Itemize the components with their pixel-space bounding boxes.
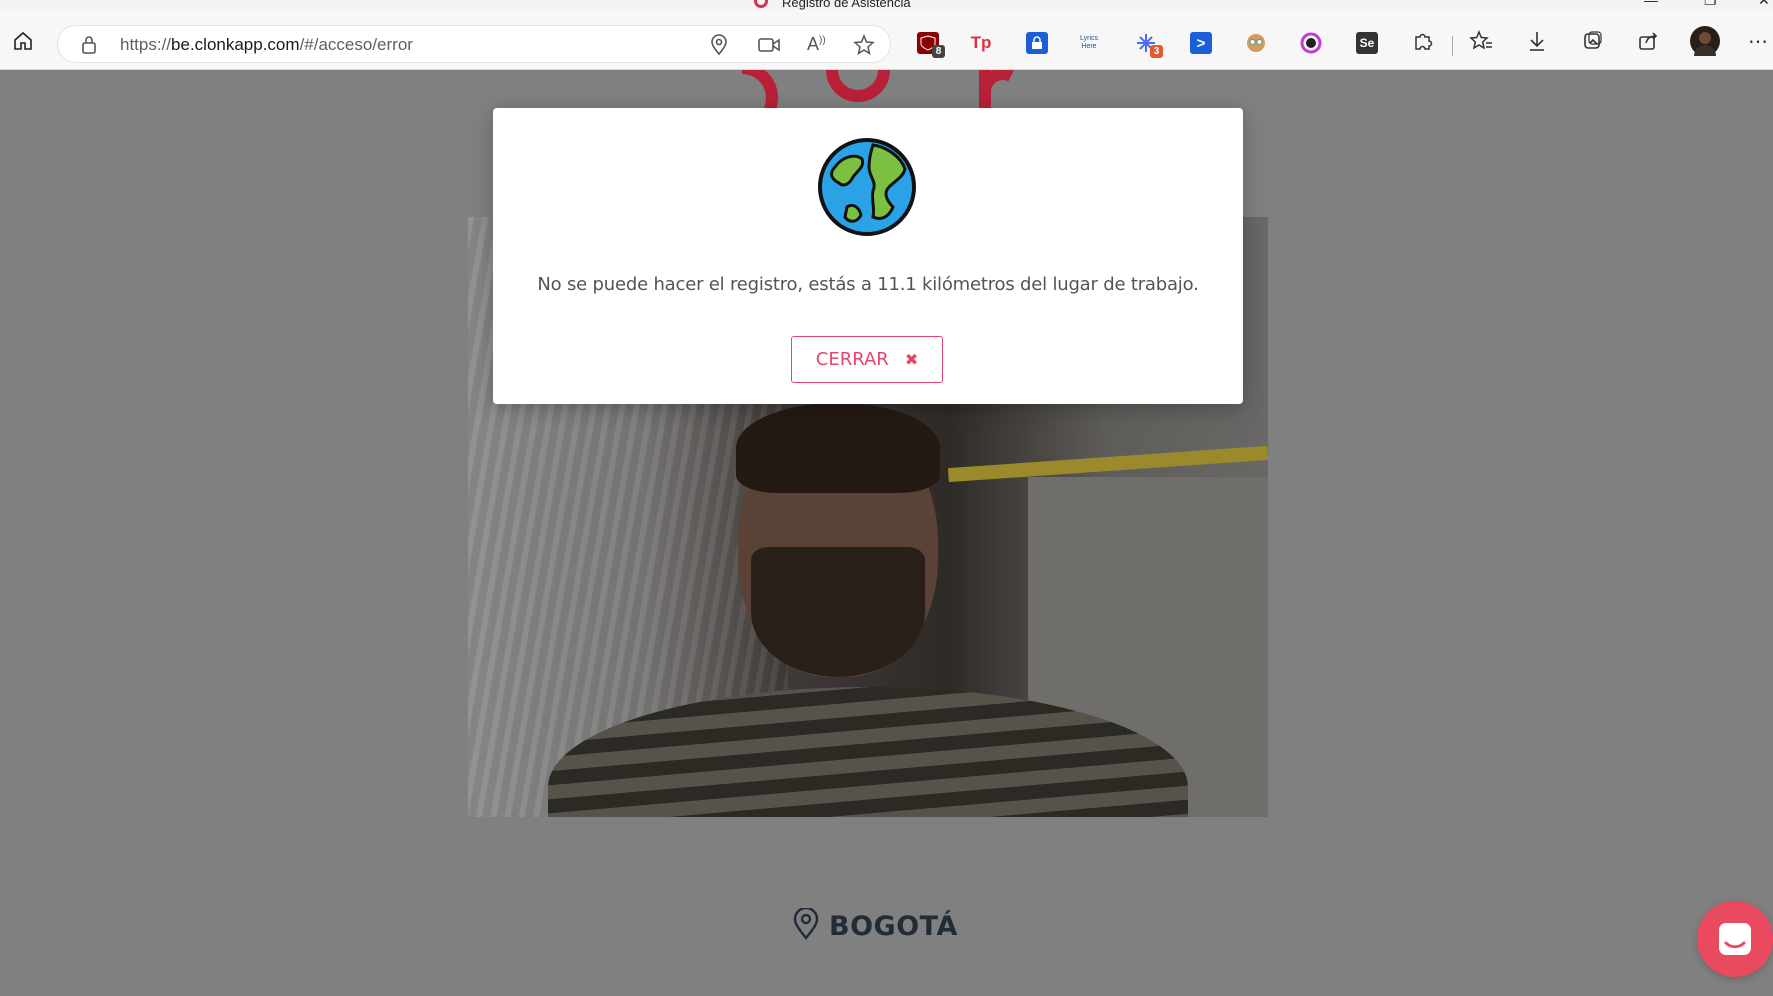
lock-icon[interactable] [80,35,98,60]
se-extension-icon[interactable]: Se [1356,32,1378,54]
face-extension-icon[interactable] [1245,32,1267,54]
tab-title: Registro de Asistencia [782,0,911,10]
page-content: BOGOTÁ No se puede hacer el registro, es… [0,70,1773,996]
close-window-icon[interactable]: ✕ [1758,0,1770,9]
chat-launcher-button[interactable] [1697,901,1773,977]
close-button[interactable]: CERRAR ✖ [791,336,943,383]
url-scheme: https:// [120,35,172,54]
location-permission-icon[interactable] [709,34,729,61]
extensions-puzzle-icon[interactable] [1410,28,1436,54]
chat-icon [1719,923,1751,955]
share-icon[interactable] [1635,28,1661,54]
favorites-icon[interactable] [1468,28,1494,54]
more-options-icon[interactable]: ⋯ [1745,28,1771,54]
color-ring-icon[interactable] [1300,32,1322,54]
collections-icon[interactable] [1580,28,1606,54]
minimize-icon[interactable]: — [1644,0,1658,8]
url-text[interactable]: https://be.clonkapp.com/#/acceso/error [120,35,413,55]
close-x-icon: ✖ [904,350,919,369]
read-aloud-icon[interactable]: A)) [807,34,826,55]
tab-favicon [754,0,768,8]
profile-avatar[interactable] [1690,26,1720,56]
ublock-badge: 8 [932,45,945,58]
error-dialog: No se puede hacer el registro, estás a 1… [493,108,1243,404]
camera-permission-icon[interactable] [758,36,780,59]
add-favorite-icon[interactable] [853,34,875,61]
spark-extension-icon[interactable]: 3 [1135,32,1163,58]
tp-icon[interactable]: Tp [970,32,992,54]
spark-badge: 3 [1150,45,1163,58]
url-path: /#/acceso/error [299,35,413,54]
modal-overlay: No se puede hacer el registro, estás a 1… [0,70,1773,996]
downloads-icon[interactable] [1524,28,1550,54]
home-icon[interactable] [10,28,36,54]
lock-extension-icon[interactable] [1026,32,1048,54]
address-bar[interactable]: https://be.clonkapp.com/#/acceso/error A… [57,25,891,63]
ublock-icon[interactable]: 8 [917,32,945,58]
url-host: be.clonkapp.com [171,35,300,54]
error-message: No se puede hacer el registro, estás a 1… [537,274,1199,295]
close-button-label: CERRAR [815,349,889,370]
lyrics-here-icon[interactable]: Lyrics Here [1078,32,1100,54]
toolbar-separator [1452,36,1453,56]
arrow-extension-icon[interactable]: > [1190,32,1212,54]
globe-icon [818,138,916,236]
browser-toolbar: https://be.clonkapp.com/#/acceso/error A… [0,10,1773,70]
restore-icon[interactable]: ❐ [1704,0,1717,9]
title-bar: Registro de Asistencia — ❐ ✕ [0,0,1773,10]
